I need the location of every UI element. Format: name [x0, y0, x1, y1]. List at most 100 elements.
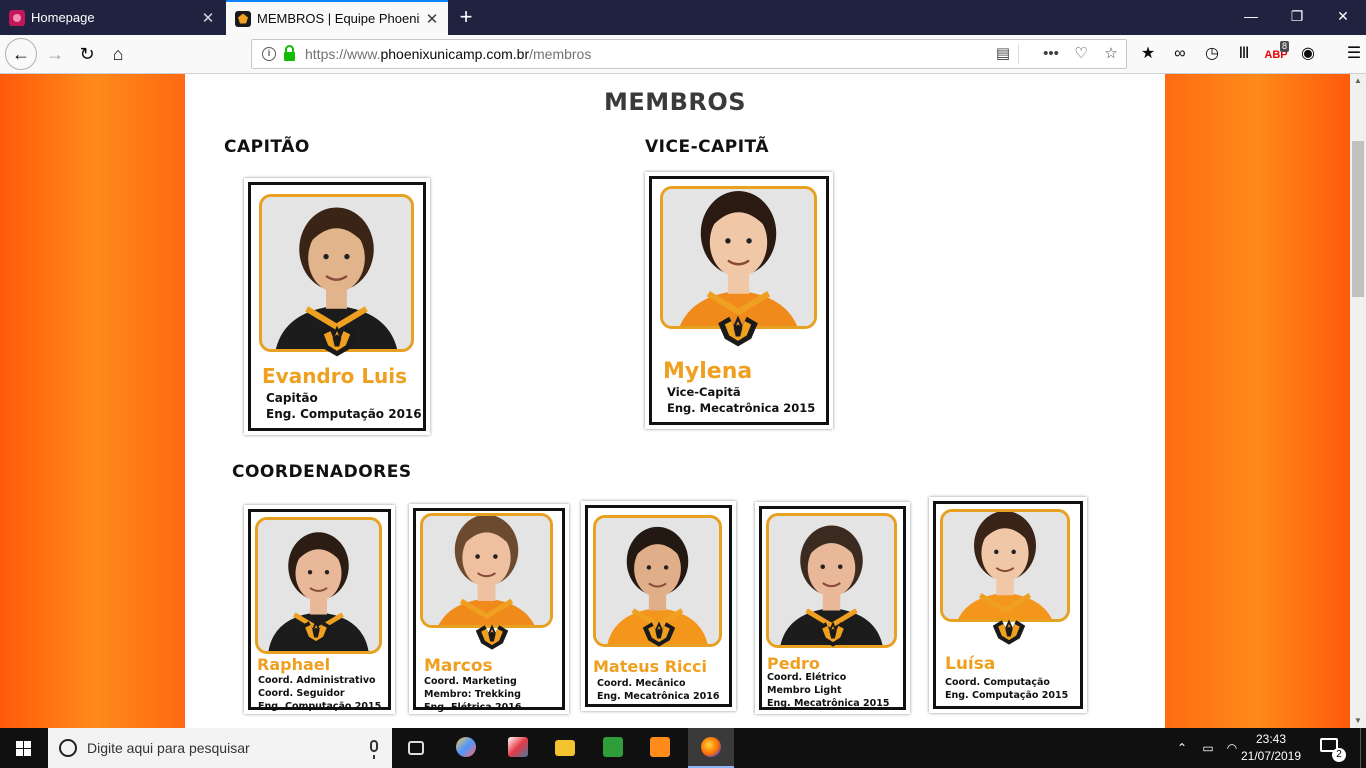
history-clock-icon[interactable]: ◷ — [1196, 39, 1228, 69]
member-role-line: Membro Light — [767, 685, 842, 696]
card-frame: Evandro Luis Capitão Eng. Computação 2016 — [248, 182, 426, 431]
member-role-line: Vice-Capitã — [667, 385, 741, 399]
member-name: Mateus Ricci — [593, 657, 707, 676]
microphone-icon[interactable] — [370, 740, 378, 759]
menu-hamburger-icon[interactable]: ☰ — [1338, 39, 1366, 69]
scroll-down-arrow-icon[interactable]: ▼ — [1350, 714, 1366, 728]
coordinator-card: Marcos Coord. Marketing Membro: Trekking En… — [409, 504, 569, 714]
bookmark-star-icon[interactable]: ☆ — [1096, 40, 1126, 68]
tab-membros[interactable]: MEMBROS | Equipe Phoenix ✕ — [226, 0, 448, 35]
reader-view-icon[interactable]: ▤ — [988, 40, 1018, 68]
firefox-taskbar-icon[interactable] — [688, 728, 734, 768]
member-role-line: Coord. Marketing — [424, 676, 517, 687]
file-explorer-icon[interactable] — [542, 728, 588, 768]
member-photo — [940, 509, 1070, 622]
paint-icon[interactable] — [495, 728, 541, 768]
tab-title: MEMBROS | Equipe Phoenix — [257, 11, 420, 26]
coordinator-card: Pedro Coord. Elétrico Membro Light Eng. Mec… — [755, 502, 910, 714]
notifications-icon[interactable]: 2 — [1318, 736, 1346, 762]
member-role-line: Coord. Computação — [945, 677, 1050, 688]
member-role-line: Coord. Elétrico — [767, 672, 847, 683]
card-frame: Marcos Coord. Marketing Membro: Trekking En… — [413, 508, 565, 713]
restore-button[interactable]: ❐ — [1274, 0, 1320, 35]
homepage-favicon-icon — [9, 9, 25, 26]
new-tab-button[interactable]: + — [452, 3, 480, 31]
url-text[interactable]: https://www.phoenixunicamp.com.br/membro… — [305, 46, 591, 62]
member-role-line: Eng. Computação 2015 — [258, 701, 382, 712]
navigation-bar: ← → ↻ ⌂ i https://www.phoenixunicamp.com… — [0, 35, 1366, 74]
member-role-line: Eng. Computação 2015 — [945, 690, 1069, 701]
member-name: Raphael — [257, 655, 331, 674]
coordinators-heading: COORDENADORES — [232, 462, 412, 482]
member-name: Luísa — [945, 654, 996, 674]
network-icon[interactable]: ▭ — [1196, 728, 1220, 768]
page-scrollbar[interactable]: ▲ ▼ — [1350, 74, 1366, 728]
bookmarks-star-icon[interactable]: ★ — [1132, 39, 1164, 69]
minimize-button[interactable]: — — [1228, 0, 1274, 35]
member-photo — [660, 186, 817, 329]
library-icon[interactable]: Ⅲ — [1228, 39, 1260, 69]
cortana-icon — [59, 739, 77, 757]
forward-button[interactable]: → — [40, 39, 70, 69]
windows-taskbar: Digite aqui para pesquisar ⌃ ▭ ◠ 23:43 2… — [0, 728, 1366, 768]
adblock-count: 8 — [1279, 41, 1289, 52]
spreadsheet-icon[interactable] — [590, 728, 636, 768]
member-role-line: Eng. Mecatrônica 2016 — [597, 691, 720, 702]
page-title: MEMBROS — [603, 88, 747, 116]
coordinator-card: Mateus Ricci Coord. Mecânico Eng. Mecatrôn… — [581, 501, 736, 711]
close-tab-icon[interactable]: ✕ — [196, 9, 220, 27]
card-frame: Raphael Coord. Administrativo Coord. Segui… — [248, 509, 391, 712]
site-info-icon[interactable]: i — [262, 47, 276, 61]
taskbar-clock[interactable]: 23:43 21/07/2019 — [1236, 731, 1306, 765]
phoenix-logo-icon — [298, 619, 334, 647]
start-button[interactable] — [0, 728, 48, 768]
member-role-line: Eng. Elétrica 2016 — [424, 702, 522, 713]
tab-title: Homepage — [31, 10, 95, 25]
card-frame: Luísa Coord. Computação Eng. Computação 20… — [933, 501, 1083, 709]
page-actions-icon[interactable]: ••• — [1036, 40, 1066, 68]
member-name: Evandro Luis — [262, 364, 408, 388]
pocket-icon[interactable]: ♡ — [1066, 40, 1096, 68]
phoenix-favicon-icon — [235, 10, 251, 27]
adblock-icon[interactable]: ABP 8 — [1260, 39, 1292, 69]
show-desktop-button[interactable] — [1360, 728, 1366, 768]
address-bar[interactable]: i https://www.phoenixunicamp.com.br/memb… — [251, 39, 1127, 69]
phoenix-logo-icon — [991, 618, 1027, 646]
close-tab-icon[interactable]: ✕ — [420, 10, 444, 28]
clock-date: 21/07/2019 — [1240, 749, 1302, 763]
private-mask-icon[interactable]: ∞ — [1164, 39, 1196, 69]
clock-time: 23:43 — [1255, 732, 1287, 746]
show-hidden-icons-icon[interactable]: ⌃ — [1172, 728, 1192, 768]
home-button[interactable]: ⌂ — [103, 39, 133, 69]
scrollbar-thumb[interactable] — [1352, 141, 1364, 297]
phoenix-logo-icon — [815, 620, 851, 648]
member-role-line: Membro: Trekking — [424, 689, 521, 700]
account-icon[interactable]: ◉ — [1292, 39, 1324, 69]
member-role-line: Capitão — [266, 391, 318, 405]
coordinator-card: Raphael Coord. Administrativo Coord. Segui… — [244, 505, 395, 714]
captain-heading: CAPITÃO — [224, 137, 310, 157]
member-role-line: Eng. Computação 2016 — [266, 407, 422, 421]
task-view-icon[interactable] — [393, 728, 439, 768]
notification-count: 2 — [1332, 748, 1346, 762]
card-frame: Pedro Coord. Elétrico Membro Light Eng. Mec… — [759, 506, 906, 710]
media-player-icon[interactable] — [637, 728, 683, 768]
member-photo — [420, 513, 553, 628]
scroll-up-arrow-icon[interactable]: ▲ — [1350, 74, 1366, 88]
card-frame: Mateus Ricci Coord. Mecânico Eng. Mecatrôn… — [585, 505, 732, 707]
member-role-line: Coord. Mecânico — [597, 678, 686, 689]
back-button[interactable]: ← — [5, 38, 37, 70]
members-content: MEMBROS CAPITÃO VICE-CAPITÃ COORDENADORE… — [185, 74, 1165, 728]
member-name: Marcos — [424, 656, 493, 676]
search-placeholder: Digite aqui para pesquisar — [87, 740, 250, 756]
coordinator-card: Luísa Coord. Computação Eng. Computação 20… — [929, 497, 1087, 713]
paint-3d-icon[interactable] — [443, 728, 489, 768]
taskbar-search[interactable]: Digite aqui para pesquisar — [48, 728, 392, 768]
reload-button[interactable]: ↻ — [72, 39, 102, 69]
captain-card: Evandro Luis Capitão Eng. Computação 2016 — [244, 178, 430, 435]
member-role-line: Coord. Seguidor — [258, 688, 345, 699]
close-window-button[interactable]: ✕ — [1320, 0, 1366, 35]
vice-captain-heading: VICE-CAPITÃ — [645, 137, 769, 157]
tab-homepage[interactable]: Homepage ✕ — [0, 0, 224, 35]
secure-lock-icon — [284, 45, 295, 61]
